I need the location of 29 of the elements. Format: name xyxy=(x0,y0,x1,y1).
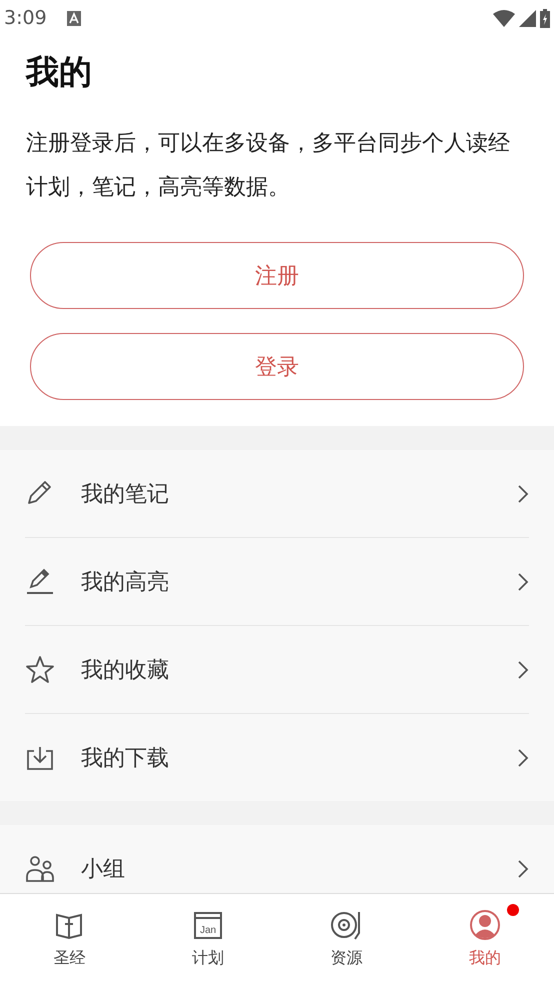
nav-tab[interactable]: Jan 计划 xyxy=(138,894,277,986)
highlighter-icon xyxy=(25,566,55,596)
menu-item[interactable]: 我的高亮 xyxy=(81,566,169,596)
login-button[interactable]: 登录 xyxy=(30,333,524,400)
menu-item[interactable]: 我的笔记 xyxy=(81,478,169,508)
people-icon xyxy=(25,854,55,884)
nav-tab[interactable]: 圣经 xyxy=(0,894,138,986)
avatar-icon xyxy=(468,909,501,941)
signal-icon xyxy=(519,10,536,26)
chevron-right-icon xyxy=(518,748,529,766)
chevron-right-icon xyxy=(518,660,529,678)
wifi-icon xyxy=(493,10,515,26)
page-title: 我的 xyxy=(26,51,93,93)
menu-item[interactable]: 我的收藏 xyxy=(81,654,169,684)
notification-icon xyxy=(66,10,81,26)
calendar-icon: Jan xyxy=(192,910,223,940)
record-player-icon xyxy=(330,909,362,941)
menu-item[interactable]: 我的下载 xyxy=(81,742,169,772)
menu-item[interactable]: 小组 xyxy=(81,854,125,884)
register-button[interactable]: 注册 xyxy=(30,242,524,309)
chevron-right-icon xyxy=(518,572,529,590)
nav-tab[interactable]: 我的 xyxy=(416,894,554,986)
battery-icon xyxy=(540,8,550,28)
star-icon xyxy=(25,654,55,684)
status-time: 3:09 xyxy=(4,7,47,29)
chevron-right-icon xyxy=(518,860,529,878)
chevron-right-icon xyxy=(518,484,529,502)
nav-tab[interactable]: 资源 xyxy=(277,894,416,986)
description-text: 注册登录后，可以在多设备，多平台同步个人读经计划，笔记，高亮等数据。 xyxy=(26,130,511,202)
